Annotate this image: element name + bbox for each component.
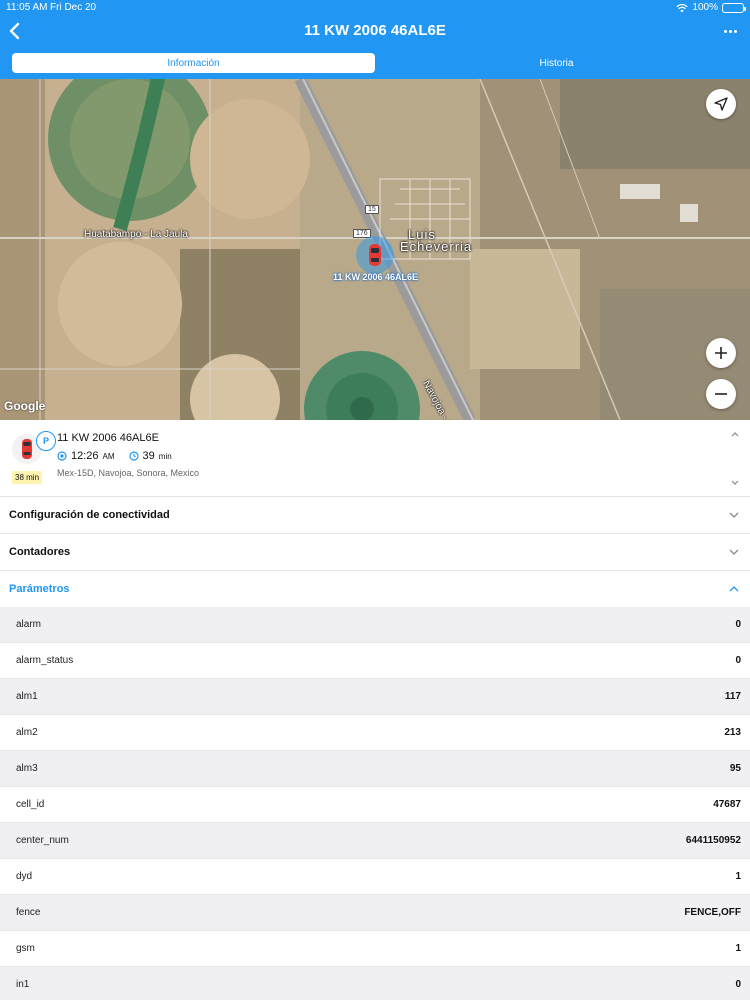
vehicle-name: 11 KW 2006 46AL6E (57, 432, 159, 444)
clock-icon (128, 451, 139, 461)
parameter-row: gsm 1 (0, 931, 750, 967)
more-options-button[interactable] (720, 22, 740, 40)
parked-time-chip: 38 min (12, 471, 43, 484)
tab-bar: Información Historia (12, 53, 738, 73)
parameter-key: dyd (16, 871, 33, 882)
chevron-up-icon (729, 586, 739, 592)
map-label-town-line2: Echeverria (400, 239, 473, 254)
chevron-up-icon[interactable] (730, 429, 740, 439)
parameter-value: 95 (729, 763, 741, 774)
section-parameters[interactable]: Parámetros (0, 571, 750, 608)
chevron-down-icon (729, 549, 739, 555)
parameter-row: center_num 6441150952 (0, 823, 750, 859)
vehicle-address: Mex-15D, Navojoa, Sonora, Mexico (57, 468, 200, 478)
parked-status-badge: P (36, 431, 56, 451)
parameter-value: 213 (724, 727, 741, 738)
parameter-row: alarm_status 0 (0, 643, 750, 679)
navigation-arrow-icon (714, 97, 728, 111)
parameter-value: 6441150952 (685, 835, 741, 846)
status-bar: 11:05 AM Fri Dec 20 100% (0, 0, 750, 16)
plus-icon (715, 347, 727, 359)
parameter-row: alm1 117 (0, 679, 750, 715)
map-view[interactable]: Huatabampo - La Jaula Luis Echeverria Na… (0, 79, 750, 420)
section-counters[interactable]: Contadores (0, 534, 750, 571)
parameter-row: alm3 95 (0, 751, 750, 787)
last-update-ampm: AM (102, 451, 115, 461)
parameter-value: 1 (735, 871, 741, 882)
vehicle-marker[interactable] (356, 236, 394, 274)
google-logo: Google (4, 399, 46, 413)
section-connectivity[interactable]: Configuración de conectividad (0, 497, 750, 534)
last-update-time: 12:26 (71, 450, 99, 462)
parameter-key: alarm_status (16, 655, 74, 666)
parameter-key: gsm (16, 943, 35, 954)
wifi-icon (676, 3, 689, 12)
parameter-value: 117 (724, 691, 741, 702)
zoom-in-button[interactable] (706, 338, 736, 368)
section-counters-label: Contadores (9, 546, 71, 558)
vehicle-info-panel[interactable]: P 38 min 11 KW 2006 46AL6E 12:26 AM 39 m… (0, 420, 750, 497)
parameter-key: alarm (16, 619, 42, 630)
parameter-row: cell_id 47687 (0, 787, 750, 823)
parameter-key: center_num (16, 835, 69, 846)
chevron-down-icon (729, 512, 739, 518)
tab-informacion[interactable]: Información (12, 53, 375, 73)
more-dot-icon (733, 29, 737, 33)
parameter-row: in1 0 (0, 967, 750, 1000)
parameter-key: alm3 (16, 763, 38, 774)
parameter-value: 0 (735, 655, 741, 666)
car-icon (369, 244, 381, 266)
battery-percent: 100% (692, 2, 718, 13)
parameter-key: alm1 (16, 691, 38, 702)
chevron-down-icon[interactable] (730, 478, 740, 488)
parameter-key: cell_id (16, 799, 45, 810)
parameter-row: fence FENCE,OFF (0, 895, 750, 931)
page-title: 11 KW 2006 46AL6E (304, 22, 446, 39)
parameter-value: 1 (735, 943, 741, 954)
duration-unit: min (158, 451, 172, 461)
parameter-key: alm2 (16, 727, 38, 738)
parameter-key: in1 (16, 979, 30, 990)
zoom-out-button[interactable] (706, 379, 736, 409)
parameter-value: FENCE,OFF (684, 907, 741, 918)
minus-icon (715, 393, 727, 395)
parameter-value: 0 (735, 619, 741, 630)
location-time-icon (57, 451, 67, 461)
status-date: Fri Dec 20 (50, 2, 97, 13)
parameter-row: alm2 213 (0, 715, 750, 751)
status-right: 100% (676, 2, 746, 13)
section-parameters-label: Parámetros (9, 583, 70, 595)
parameter-value: 47687 (713, 799, 741, 810)
section-connectivity-label: Configuración de conectividad (9, 509, 170, 521)
status-time: 11:05 AM (6, 2, 48, 13)
route-shield-15: 15 (365, 205, 379, 214)
parameter-value: 0 (735, 979, 741, 990)
more-dot-icon (723, 29, 727, 33)
parameter-row: alarm 0 (0, 607, 750, 643)
parameter-key: fence (16, 907, 41, 918)
more-dot-icon (728, 29, 732, 33)
locate-button[interactable] (706, 89, 736, 119)
duration-value: 39 (142, 450, 155, 462)
tab-historia[interactable]: Historia (375, 53, 738, 73)
app-header: 11:05 AM Fri Dec 20 100% 11 KW 2006 46AL… (0, 0, 750, 79)
vehicle-map-label: 11 KW 2006 46AL6E (333, 272, 419, 282)
battery-icon (722, 2, 746, 13)
map-label-huatabampo: Huatabampo - La Jaula (84, 229, 188, 240)
parameter-row: dyd 1 (0, 859, 750, 895)
time-row: 12:26 AM 39 min (57, 450, 172, 462)
